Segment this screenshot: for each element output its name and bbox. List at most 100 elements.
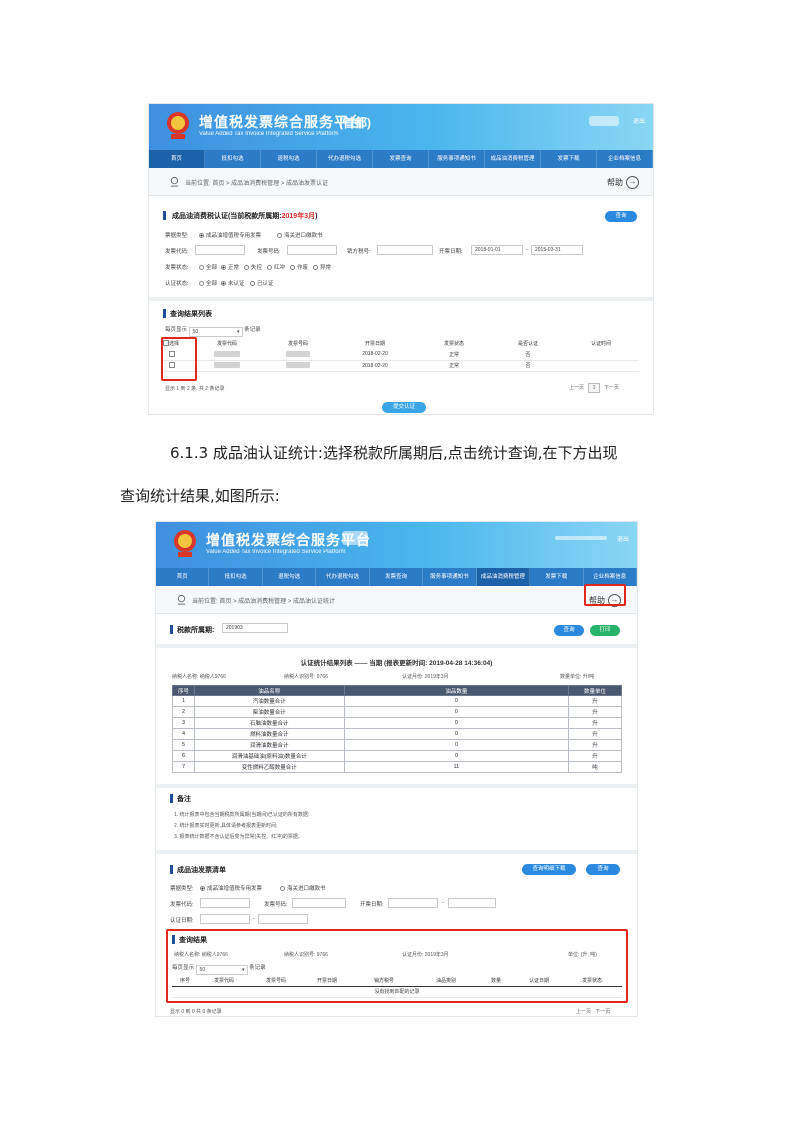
next-page[interactable]: 下一页: [604, 385, 619, 391]
type-radio-1[interactable]: 成品油增值税专用发票: [200, 884, 262, 892]
per-page: 每页显示 50 ▾ 条记录: [172, 965, 266, 975]
crumb-path: 首页 > 成品油消费税管理 > 成品油发票认证: [212, 181, 329, 187]
code-input[interactable]: [195, 245, 245, 255]
prev-page[interactable]: 上一页: [569, 385, 584, 391]
date-label: 开票日期:: [360, 902, 384, 908]
masked-user: [555, 536, 607, 540]
masked-user: [589, 116, 619, 126]
status-radio-all[interactable]: 全部: [199, 263, 217, 271]
nav-home[interactable]: 首页: [156, 568, 210, 586]
stat-row: 5 润滑油数量合计 0 升: [172, 739, 622, 751]
nav-enterprise[interactable]: 企业档案信息: [597, 150, 653, 168]
print-button[interactable]: 打印: [590, 625, 620, 636]
nav-download[interactable]: 发票下载: [541, 150, 597, 168]
cert-radio-all[interactable]: 全部: [199, 279, 217, 287]
per-page: 每页显示 50 ▾ 条记录: [165, 327, 261, 337]
cert-month-2: 认证月份: 2019年3月: [402, 952, 449, 958]
nav-invoice-query[interactable]: 发票查询: [373, 150, 429, 168]
status-radio-lost[interactable]: 失控: [244, 263, 262, 271]
logout-link[interactable]: 退出: [617, 534, 629, 543]
invoice-type-radio-2[interactable]: 海关进口缴款书: [277, 231, 323, 239]
help-button[interactable]: 帮助 →: [607, 173, 639, 191]
result-table: 选择 发票代码 发票号码 开票日期 发票状态 是否认证 认证时间 2018-02…: [163, 338, 639, 372]
table-row: 2018-02-20 正常 否: [163, 360, 639, 372]
submit-cert-button[interactable]: 提交认证: [382, 402, 426, 413]
seller-label: 销方税号:: [347, 249, 371, 255]
nav-oil-tax[interactable]: 成品油消费税管理: [476, 568, 531, 586]
invoice-type-radio-1[interactable]: 成品油增值税专用发票: [199, 231, 261, 239]
nav-deduction[interactable]: 抵扣勾选: [209, 568, 263, 586]
nav-agent-refund[interactable]: 代办退税勾选: [317, 150, 373, 168]
nav-download[interactable]: 发票下载: [530, 568, 584, 586]
cert-label: 认证状态:: [165, 281, 189, 287]
code-input[interactable]: [200, 898, 250, 908]
query-button[interactable]: 查询: [605, 211, 637, 222]
cert-date-from-input[interactable]: [200, 914, 250, 924]
masked-code: [214, 362, 240, 369]
status-radio-void[interactable]: 作废: [290, 263, 308, 271]
taxpayer-id-2: 纳税人识别号: 9766: [284, 952, 328, 958]
date-from-input[interactable]: [388, 898, 438, 908]
table-header: 选择 发票代码 发票号码 开票日期 发票状态 是否认证 认证时间: [163, 338, 639, 349]
nav-oil-tax[interactable]: 成品油消费税管理: [485, 150, 541, 168]
nav-deduction[interactable]: 抵扣勾选: [205, 150, 261, 168]
nav-invoice-query[interactable]: 发票查询: [370, 568, 424, 586]
status-label: 发票状态:: [165, 265, 189, 271]
num-input[interactable]: [292, 898, 346, 908]
current-page[interactable]: 1: [588, 383, 601, 393]
taxpayer-name: 纳税人名称: 纳税人9766: [172, 674, 226, 680]
record-summary: 显示 1 到 2 条, 共 2 条记录: [165, 386, 225, 392]
period-input[interactable]: 201903: [222, 623, 288, 633]
location-icon: [177, 594, 186, 605]
status-radio-red[interactable]: 红冲: [267, 263, 285, 271]
main-nav: 首页 抵扣勾选 退税勾选 代办退税勾选 发票查询 服务事项通知书 成品油消费税管…: [156, 568, 637, 586]
prev-page[interactable]: 上一页: [576, 1009, 591, 1015]
stat-row: 6 润滑油基础油(原料油)数量合计 0 升: [172, 750, 622, 762]
cert-date-label: 认证日期:: [170, 918, 194, 924]
status-radio-abnormal[interactable]: 异常: [313, 263, 331, 271]
num-label: 发票号码:: [257, 249, 281, 255]
nav-agent-refund[interactable]: 代办退税勾选: [316, 568, 370, 586]
stat-row: 7 变性燃料乙醇数量合计 11 吨: [172, 761, 622, 773]
header-banner: 增值税发票综合服务平台 Value Added Tax Invoice Inte…: [149, 104, 653, 150]
stat-table-title: 认证统计结果列表 —— 当期 (报表更新时间: 2019-04-28 14:36…: [300, 660, 493, 667]
list-title: 成品油发票清单: [170, 865, 226, 875]
date-from-input[interactable]: 2018-01-01: [471, 245, 523, 255]
type-radio-2[interactable]: 海关进口缴款书: [280, 884, 326, 892]
unit-info-2: 单位: (升, 吨): [568, 952, 597, 958]
taxpayer-id: 纳税人识别号: 9766: [284, 674, 328, 680]
seller-input[interactable]: [377, 245, 433, 255]
national-emblem-icon: [167, 112, 189, 139]
chevron-down-icon: ▾: [242, 967, 245, 973]
screenshot-statistics: 增值税发票综合服务平台 Value Added Tax Invoice Inte…: [155, 521, 638, 1017]
location-icon: [170, 176, 179, 187]
query-button[interactable]: 查询: [554, 625, 584, 636]
per-page-select[interactable]: 50 ▾: [195, 965, 248, 975]
invoice-type-label: 票据类型:: [165, 233, 189, 239]
detail-download-button[interactable]: 查询明细下载: [522, 864, 576, 875]
cert-date-to-input[interactable]: [258, 914, 308, 924]
status-radio-normal[interactable]: 正常: [221, 263, 239, 271]
notes-title: 备注: [170, 794, 191, 804]
note-3: 3. 报表统计数据不含认证后变为异常(失控、红冲)的票据。: [174, 834, 303, 840]
num-input[interactable]: [287, 245, 337, 255]
per-page-select[interactable]: 50 ▾: [188, 327, 243, 337]
table-row: 2018-02-20 正常 否: [163, 349, 639, 361]
date-to-input[interactable]: 2015-03-31: [531, 245, 583, 255]
nav-home[interactable]: 首页: [149, 150, 205, 168]
next-page[interactable]: 下一页: [595, 1009, 610, 1015]
cert-radio-uncert[interactable]: 未认证: [221, 279, 245, 287]
nav-service-notice[interactable]: 服务事项通知书: [429, 150, 485, 168]
record-summary: 显示 0 到 0 共 0 条记录: [170, 1009, 222, 1015]
current-period: 2019年3月: [281, 213, 316, 220]
table-header: 序号 发票代码 发票号码 开票日期 销方税号 油品类别 数量 认证日期 发票状态: [172, 975, 622, 986]
breadcrumb: 当前位置: 首页 > 成品油消费税管理 > 成品油认证统计 帮助 →: [156, 586, 637, 614]
nav-refund[interactable]: 退税勾选: [261, 150, 317, 168]
nav-service-notice[interactable]: 服务事项通知书: [423, 568, 477, 586]
date-to-input[interactable]: [448, 898, 496, 908]
pager: 上一页 下一页: [576, 1008, 610, 1015]
cert-radio-cert[interactable]: 已认证: [250, 279, 274, 287]
logout-link[interactable]: 退出: [633, 116, 645, 125]
query-list-button[interactable]: 查询: [586, 864, 620, 875]
nav-refund[interactable]: 退税勾选: [263, 568, 317, 586]
